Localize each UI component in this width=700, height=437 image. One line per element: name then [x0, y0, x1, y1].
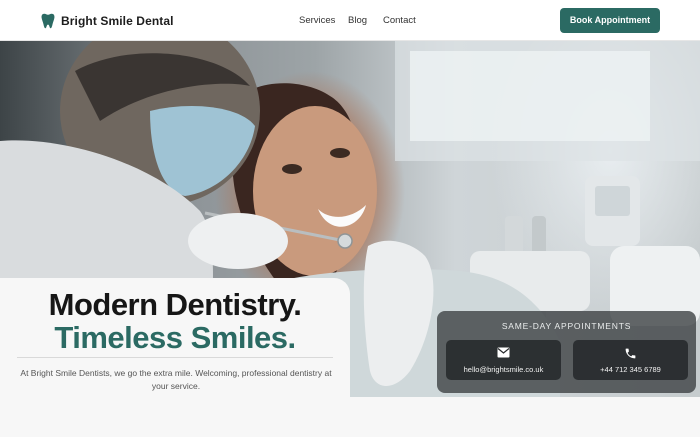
nav-link-services[interactable]: Services	[299, 15, 335, 26]
hero-headline-line2: Timeless Smiles.	[54, 320, 296, 355]
hero-tagline: At Bright Smile Dentists, we go the extr…	[20, 368, 332, 391]
hero-headline-line1: Modern Dentistry.	[48, 287, 302, 322]
page-lower-area	[0, 397, 700, 437]
phone-icon	[625, 348, 636, 359]
email-contact-button[interactable]: hello@brightsmile.co.uk	[446, 340, 561, 380]
top-navbar: Bright Smile Dental Services Blog Contac…	[0, 0, 700, 41]
email-address: hello@brightsmile.co.uk	[463, 365, 544, 374]
book-appointment-button[interactable]: Book Appointment	[560, 8, 660, 33]
brand-logo[interactable]: Bright Smile Dental	[41, 12, 174, 30]
divider	[17, 357, 333, 358]
nav-link-blog[interactable]: Blog	[348, 15, 367, 26]
same-day-title: SAME-DAY APPOINTMENTS	[501, 321, 632, 331]
phone-number: +44 712 345 6789	[600, 365, 661, 374]
nav-link-contact[interactable]: Contact	[383, 15, 416, 26]
phone-contact-button[interactable]: +44 712 345 6789	[573, 340, 688, 380]
same-day-appointments-panel: SAME-DAY APPOINTMENTS hello@brightsmile.…	[437, 311, 696, 393]
tooth-icon	[41, 13, 55, 29]
brand-name: Bright Smile Dental	[61, 14, 174, 28]
mail-icon	[497, 347, 510, 358]
